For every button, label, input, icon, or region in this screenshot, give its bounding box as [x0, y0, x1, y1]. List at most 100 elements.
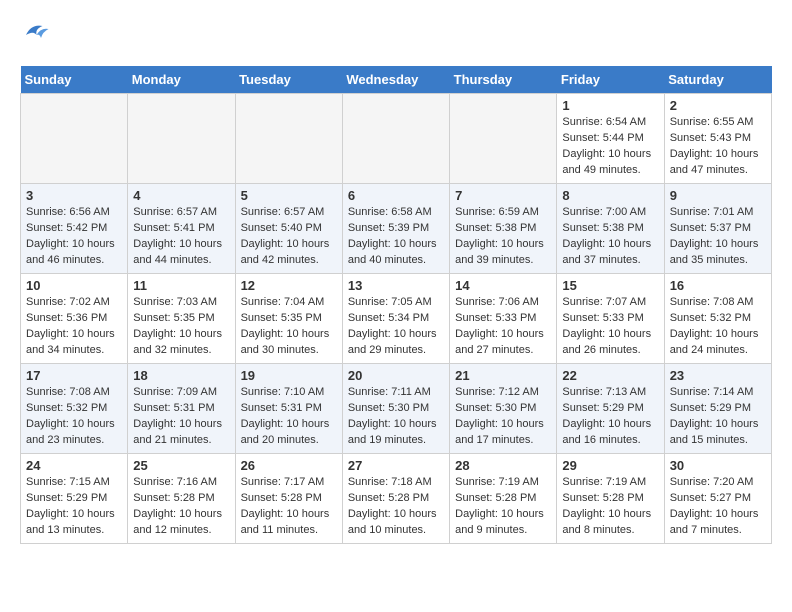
day-header-tuesday: Tuesday [235, 66, 342, 94]
day-header-thursday: Thursday [450, 66, 557, 94]
page-header [20, 20, 772, 50]
day-number: 16 [670, 278, 766, 293]
calendar-cell: 21 Sunrise: 7:12 AMSunset: 5:30 PMDayligh… [450, 364, 557, 454]
day-header-monday: Monday [128, 66, 235, 94]
calendar-cell: 18Sunrise: 7:09 AMSunset: 5:31 PMDayligh… [128, 364, 235, 454]
calendar-cell [342, 94, 449, 184]
calendar-cell: 17 Sunrise: 7:08 AMSunset: 5:32 PMDayligh… [21, 364, 128, 454]
day-info: Sunrise: 6:59 AMSunset: 5:38 PMDaylight:… [455, 205, 551, 269]
day-number: 23 [670, 368, 766, 383]
calendar-cell: 2 Sunrise: 6:55 AMSunset: 5:43 PMDaylight… [664, 94, 771, 184]
calendar-cell: 4 Sunrise: 6:57 AMSunset: 5:41 PMDaylight… [128, 184, 235, 274]
day-info: Sunrise: 7:00 AMSunset: 5:38 PMDaylight:… [562, 205, 658, 269]
week-row-2: 3 Sunrise: 6:56 AMSunset: 5:42 PMDaylight… [21, 184, 772, 274]
day-number: 8 [562, 188, 658, 203]
calendar-cell: 3 Sunrise: 6:56 AMSunset: 5:42 PMDaylight… [21, 184, 128, 274]
calendar-cell: 25 Sunrise: 7:16 AMSunset: 5:28 PMDayligh… [128, 454, 235, 544]
day-number: 30 [670, 458, 766, 473]
day-number: 22 [562, 368, 658, 383]
day-header-friday: Friday [557, 66, 664, 94]
day-number: 1 [562, 98, 658, 113]
calendar-cell [450, 94, 557, 184]
day-info: Sunrise: 7:06 AMSunset: 5:33 PMDaylight:… [455, 295, 551, 359]
day-number: 20 [348, 368, 444, 383]
calendar-cell: 5 Sunrise: 6:57 AMSunset: 5:40 PMDaylight… [235, 184, 342, 274]
day-number: 26 [241, 458, 337, 473]
calendar-cell [128, 94, 235, 184]
day-number: 25 [133, 458, 229, 473]
calendar-cell [21, 94, 128, 184]
day-header-saturday: Saturday [664, 66, 771, 94]
day-number: 18 [133, 368, 229, 383]
day-number: 9 [670, 188, 766, 203]
day-number: 11 [133, 278, 229, 293]
day-number: 17 [26, 368, 122, 383]
calendar-cell: 22 Sunrise: 7:13 AMSunset: 5:29 PMDayligh… [557, 364, 664, 454]
calendar-cell: 26 Sunrise: 7:17 AMSunset: 5:28 PMDayligh… [235, 454, 342, 544]
day-info: Sunrise: 7:16 AMSunset: 5:28 PMDaylight:… [133, 475, 229, 539]
day-header-wednesday: Wednesday [342, 66, 449, 94]
calendar-cell [235, 94, 342, 184]
day-number: 4 [133, 188, 229, 203]
day-info: Sunrise: 7:01 AMSunset: 5:37 PMDaylight:… [670, 205, 766, 269]
header-row: SundayMondayTuesdayWednesdayThursdayFrid… [21, 66, 772, 94]
calendar-cell: 30 Sunrise: 7:20 AMSunset: 5:27 PMDayligh… [664, 454, 771, 544]
day-number: 27 [348, 458, 444, 473]
day-info: Sunrise: 7:07 AMSunset: 5:33 PMDaylight:… [562, 295, 658, 359]
day-info: Sunrise: 7:20 AMSunset: 5:27 PMDaylight:… [670, 475, 766, 539]
day-info: Sunrise: 7:14 AMSunset: 5:29 PMDaylight:… [670, 385, 766, 449]
day-number: 14 [455, 278, 551, 293]
calendar-cell: 7Sunrise: 6:59 AMSunset: 5:38 PMDaylight… [450, 184, 557, 274]
day-info: Sunrise: 7:18 AMSunset: 5:28 PMDaylight:… [348, 475, 444, 539]
day-info: Sunrise: 7:08 AMSunset: 5:32 PMDaylight:… [670, 295, 766, 359]
calendar-cell: 14 Sunrise: 7:06 AMSunset: 5:33 PMDayligh… [450, 274, 557, 364]
day-number: 5 [241, 188, 337, 203]
day-info: Sunrise: 7:05 AMSunset: 5:34 PMDaylight:… [348, 295, 444, 359]
day-info: Sunrise: 7:15 AMSunset: 5:29 PMDaylight:… [26, 475, 122, 539]
day-info: Sunrise: 7:19 AMSunset: 5:28 PMDaylight:… [562, 475, 658, 539]
day-info: Sunrise: 7:03 AMSunset: 5:35 PMDaylight:… [133, 295, 229, 359]
calendar-cell: 1 Sunrise: 6:54 AMSunset: 5:44 PMDaylight… [557, 94, 664, 184]
day-number: 3 [26, 188, 122, 203]
day-number: 24 [26, 458, 122, 473]
day-info: Sunrise: 7:04 AMSunset: 5:35 PMDaylight:… [241, 295, 337, 359]
day-info: Sunrise: 7:17 AMSunset: 5:28 PMDaylight:… [241, 475, 337, 539]
day-info: Sunrise: 7:08 AMSunset: 5:32 PMDaylight:… [26, 385, 122, 449]
day-number: 2 [670, 98, 766, 113]
day-info: Sunrise: 6:55 AMSunset: 5:43 PMDaylight:… [670, 115, 766, 179]
day-info: Sunrise: 7:12 AMSunset: 5:30 PMDaylight:… [455, 385, 551, 449]
day-info: Sunrise: 6:57 AMSunset: 5:40 PMDaylight:… [241, 205, 337, 269]
logo [20, 20, 54, 50]
calendar-cell: 29 Sunrise: 7:19 AMSunset: 5:28 PMDayligh… [557, 454, 664, 544]
day-info: Sunrise: 7:02 AMSunset: 5:36 PMDaylight:… [26, 295, 122, 359]
calendar-cell: 24 Sunrise: 7:15 AMSunset: 5:29 PMDayligh… [21, 454, 128, 544]
day-number: 21 [455, 368, 551, 383]
calendar-cell: 9 Sunrise: 7:01 AMSunset: 5:37 PMDaylight… [664, 184, 771, 274]
week-row-1: 1 Sunrise: 6:54 AMSunset: 5:44 PMDaylight… [21, 94, 772, 184]
day-info: Sunrise: 7:13 AMSunset: 5:29 PMDaylight:… [562, 385, 658, 449]
logo-icon [20, 20, 50, 50]
day-number: 13 [348, 278, 444, 293]
calendar-cell: 12 Sunrise: 7:04 AMSunset: 5:35 PMDayligh… [235, 274, 342, 364]
calendar-cell: 13 Sunrise: 7:05 AMSunset: 5:34 PMDayligh… [342, 274, 449, 364]
week-row-5: 24 Sunrise: 7:15 AMSunset: 5:29 PMDayligh… [21, 454, 772, 544]
day-info: Sunrise: 6:56 AMSunset: 5:42 PMDaylight:… [26, 205, 122, 269]
day-number: 12 [241, 278, 337, 293]
day-number: 29 [562, 458, 658, 473]
calendar-cell: 28Sunrise: 7:19 AMSunset: 5:28 PMDayligh… [450, 454, 557, 544]
day-info: Sunrise: 6:54 AMSunset: 5:44 PMDaylight:… [562, 115, 658, 179]
day-info: Sunrise: 6:57 AMSunset: 5:41 PMDaylight:… [133, 205, 229, 269]
day-number: 19 [241, 368, 337, 383]
calendar-table: SundayMondayTuesdayWednesdayThursdayFrid… [20, 66, 772, 544]
day-header-sunday: Sunday [21, 66, 128, 94]
calendar-cell: 23 Sunrise: 7:14 AMSunset: 5:29 PMDayligh… [664, 364, 771, 454]
calendar-cell: 27 Sunrise: 7:18 AMSunset: 5:28 PMDayligh… [342, 454, 449, 544]
calendar-cell: 15Sunrise: 7:07 AMSunset: 5:33 PMDayligh… [557, 274, 664, 364]
calendar-cell: 11 Sunrise: 7:03 AMSunset: 5:35 PMDayligh… [128, 274, 235, 364]
day-info: Sunrise: 7:10 AMSunset: 5:31 PMDaylight:… [241, 385, 337, 449]
day-info: Sunrise: 6:58 AMSunset: 5:39 PMDaylight:… [348, 205, 444, 269]
calendar-cell: 10Sunrise: 7:02 AMSunset: 5:36 PMDayligh… [21, 274, 128, 364]
calendar-cell: 8 Sunrise: 7:00 AMSunset: 5:38 PMDaylight… [557, 184, 664, 274]
calendar-cell: 6Sunrise: 6:58 AMSunset: 5:39 PMDaylight… [342, 184, 449, 274]
week-row-4: 17 Sunrise: 7:08 AMSunset: 5:32 PMDayligh… [21, 364, 772, 454]
